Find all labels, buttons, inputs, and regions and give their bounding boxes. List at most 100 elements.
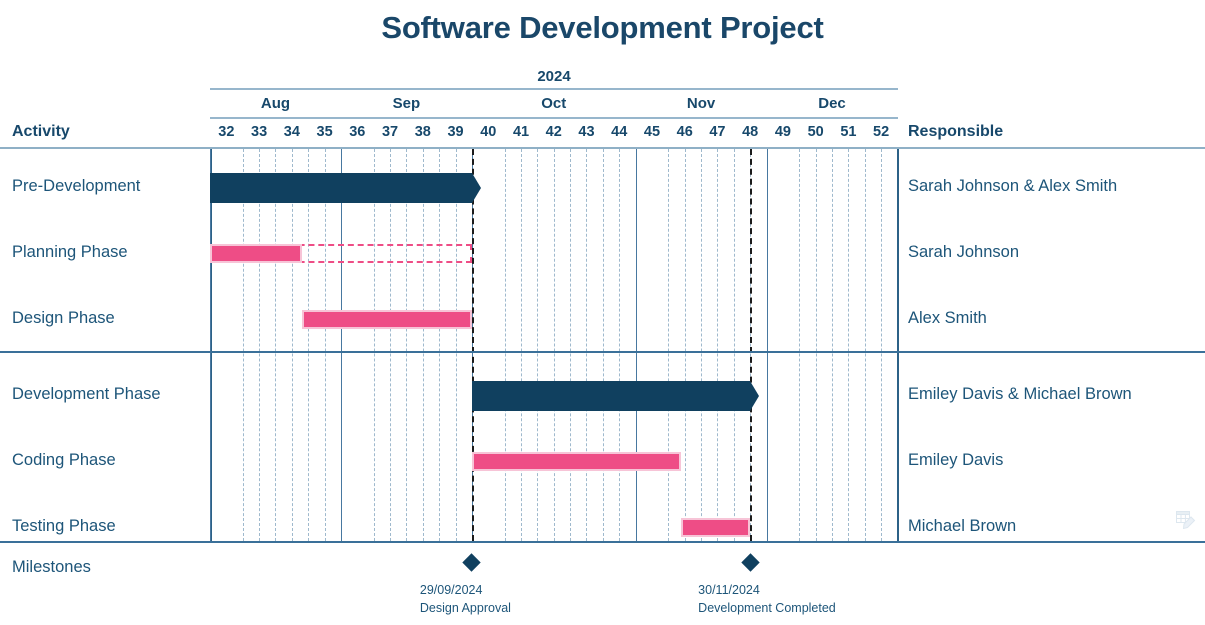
row-responsible-label: Sarah Johnson: [908, 243, 1019, 261]
week-label-39: 39: [447, 124, 464, 140]
week-label-36: 36: [349, 124, 366, 140]
week-midgridline-37: [390, 149, 392, 541]
week-midgridline-34: [291, 149, 293, 541]
row-responsible-label: Michael Brown: [908, 517, 1017, 535]
week-midgridline-50: [815, 149, 817, 541]
row-responsible-label: Sarah Johnson & Alex Smith: [908, 177, 1118, 195]
week-gridline-37: [373, 149, 375, 541]
gantt-chart-page: Software Development Project 2024 Activi…: [0, 0, 1205, 625]
row-activity-label: Testing Phase: [12, 517, 116, 535]
week-midgridline-44: [619, 149, 621, 541]
week-gridline-41: [504, 149, 506, 541]
week-gridline-52: [864, 149, 866, 541]
milestone-diamond-2[interactable]: [740, 553, 760, 572]
row-responsible-label: Alex Smith: [908, 309, 987, 327]
week-midgridline-52: [881, 149, 883, 541]
milestones-row-label: Milestones: [12, 558, 91, 576]
week-gridline-33: [242, 149, 244, 541]
week-label-51: 51: [840, 124, 857, 140]
week-label-52: 52: [873, 124, 890, 140]
gantt-bar-task[interactable]: [681, 518, 751, 537]
week-label-37: 37: [381, 124, 399, 140]
week-label-33: 33: [251, 124, 268, 140]
week-label-41: 41: [512, 124, 530, 140]
week-label-50: 50: [807, 124, 824, 140]
row-activity-label: Planning Phase: [12, 243, 128, 261]
month-label-oct: Oct: [541, 95, 567, 112]
milestones-separator: [0, 541, 1205, 543]
week-midgridline-42: [553, 149, 555, 541]
week-midgridline-39: [455, 149, 457, 541]
week-gridline-38: [406, 149, 408, 541]
month-rule: [210, 117, 898, 119]
milestone-date: 30/11/2024: [698, 583, 760, 597]
week-gridline-42: [537, 149, 539, 541]
year-rule: [210, 88, 898, 90]
milestone-date: 29/09/2024: [419, 583, 483, 597]
week-label-43: 43: [578, 124, 595, 140]
row-responsible-label: Emiley Davis: [908, 451, 1004, 469]
milestone-vline-2: [750, 149, 753, 541]
row-activity-label: Coding Phase: [12, 451, 116, 469]
column-header-responsible: Responsible: [908, 123, 1004, 140]
week-midgridline-35: [324, 149, 326, 541]
week-label-32: 32: [218, 124, 235, 140]
gantt-bar-arrow-tip: [750, 381, 760, 411]
week-label-48: 48: [742, 124, 759, 140]
week-midgridline-46: [684, 149, 686, 541]
week-midgridline-41: [521, 149, 522, 541]
table-edit-watermark-icon: [1176, 511, 1196, 529]
week-gridline-50: [799, 149, 801, 541]
week-label-34: 34: [283, 124, 300, 140]
gantt-bar-summary[interactable]: [210, 173, 481, 203]
week-gridline-47: [701, 149, 703, 541]
week-label-44: 44: [611, 124, 628, 140]
milestone-diamond-1[interactable]: [462, 553, 482, 572]
week-label-47: 47: [709, 124, 726, 140]
row-activity-label: Development Phase: [12, 385, 161, 403]
month-gridline-36: [340, 149, 343, 541]
week-label-35: 35: [316, 124, 333, 140]
page-title: Software Development Project: [381, 10, 824, 45]
week-midgridline-47: [717, 149, 719, 541]
gantt-bar-task[interactable]: [210, 244, 302, 263]
plot-area: [210, 149, 898, 541]
column-header-activity: Activity: [12, 123, 70, 140]
gantt-bar-arrow-tip: [471, 173, 481, 203]
week-midgridline-33: [259, 149, 261, 541]
milestone-label: Development Completed: [698, 601, 836, 615]
week-label-40: 40: [480, 124, 497, 140]
month-gridline-49: [766, 149, 768, 541]
week-label-38: 38: [414, 124, 431, 140]
month-gridline-45: [635, 149, 637, 541]
week-gridline-51: [832, 149, 834, 541]
week-label-49: 49: [774, 124, 791, 140]
week-label-46: 46: [676, 124, 693, 140]
week-label-45: 45: [643, 124, 661, 140]
milestone-label: Design Approval: [419, 601, 511, 615]
week-midgridline-38: [422, 149, 424, 541]
week-gridline-35: [308, 149, 310, 541]
gantt-bar-task[interactable]: [471, 452, 682, 471]
week-gridline-39: [439, 149, 441, 541]
week-label-42: 42: [545, 124, 562, 140]
week-gridline-46: [668, 149, 670, 541]
week-midgridline-51: [848, 149, 850, 541]
week-midgridline-43: [586, 149, 588, 541]
group-separator: [0, 351, 1205, 353]
month-label-nov: Nov: [686, 95, 716, 112]
month-gridline-32: [210, 149, 212, 541]
week-gridline-44: [602, 149, 604, 541]
week-gridline-34: [275, 149, 277, 541]
row-responsible-label: Emiley Davis & Michael Brown: [908, 385, 1132, 403]
week-gridline-43: [570, 149, 572, 541]
month-label-aug: Aug: [260, 95, 291, 112]
gantt-bar-task[interactable]: [301, 310, 472, 329]
gantt-bar-summary[interactable]: [471, 381, 760, 411]
month-label-sep: Sep: [392, 95, 421, 112]
month-label-dec: Dec: [818, 95, 846, 112]
year-header: 2024: [537, 68, 571, 85]
week-gridline-48: [733, 149, 735, 541]
milestone-vline-1: [471, 149, 474, 541]
row-activity-label: Pre-Development: [12, 177, 141, 195]
